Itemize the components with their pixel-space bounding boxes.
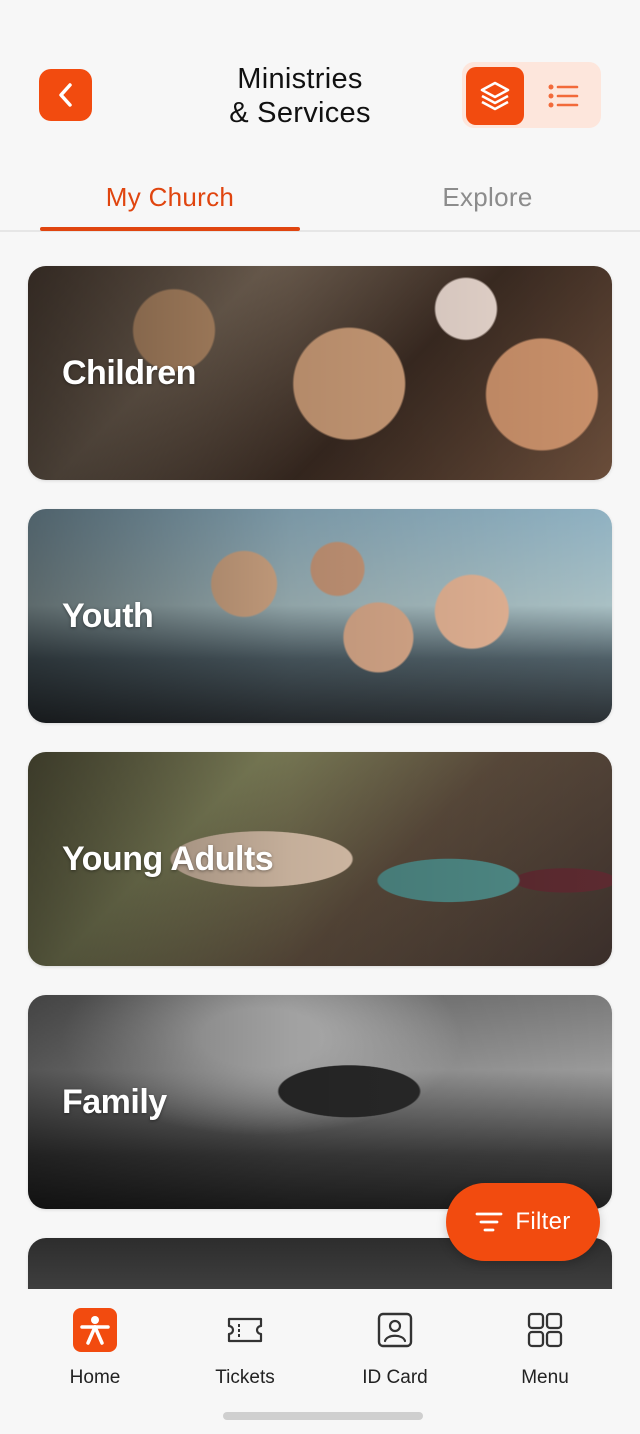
grid-icon	[527, 1312, 563, 1348]
bottom-nav: Home Tickets ID Card Menu	[0, 1289, 640, 1434]
page-title-line1: Ministries	[237, 63, 363, 95]
filter-label: Filter	[515, 1208, 571, 1235]
ministry-card-label: Young Adults	[62, 840, 274, 878]
tab-my-church[interactable]: My Church	[0, 182, 340, 213]
tab-bar: My Church Explore	[0, 172, 640, 232]
ticket-icon	[227, 1317, 263, 1343]
nav-label-home: Home	[69, 1367, 121, 1388]
back-button[interactable]	[39, 69, 92, 121]
ministry-card-family[interactable]: Family	[28, 995, 612, 1209]
ministry-card-young-adults[interactable]: Young Adults	[28, 752, 612, 966]
nav-label-tickets: Tickets	[215, 1367, 275, 1388]
header: Ministries & Services	[0, 0, 640, 160]
nav-label-id-card: ID Card	[362, 1367, 428, 1388]
ministry-card-label: Family	[62, 1083, 167, 1121]
active-tab-indicator	[40, 227, 300, 231]
card-view-button[interactable]	[466, 67, 524, 125]
page-title: Ministries & Services	[200, 62, 400, 130]
home-indicator[interactable]	[223, 1412, 423, 1420]
chevron-left-icon	[58, 83, 72, 107]
list-view-button[interactable]	[534, 67, 592, 125]
ministry-card-children[interactable]: Children	[28, 266, 612, 480]
nav-label-menu: Menu	[521, 1367, 569, 1388]
nav-item-menu[interactable]: Menu	[485, 1307, 605, 1389]
home-person-icon	[73, 1308, 117, 1352]
page-title-line2: & Services	[229, 97, 371, 129]
ministry-card-label: Children	[62, 354, 196, 392]
list-icon	[548, 84, 579, 108]
ministry-card-label: Youth	[62, 597, 154, 635]
filter-icon	[476, 1212, 503, 1232]
view-toggle	[462, 62, 601, 128]
layers-icon	[480, 81, 510, 111]
ministry-card-youth[interactable]: Youth	[28, 509, 612, 723]
tab-explore[interactable]: Explore	[340, 182, 635, 213]
nav-item-tickets[interactable]: Tickets	[185, 1307, 305, 1389]
filter-button[interactable]: Filter	[446, 1183, 600, 1261]
nav-item-id-card[interactable]: ID Card	[335, 1307, 455, 1389]
nav-item-home[interactable]: Home	[35, 1307, 155, 1389]
id-card-icon	[377, 1312, 413, 1348]
